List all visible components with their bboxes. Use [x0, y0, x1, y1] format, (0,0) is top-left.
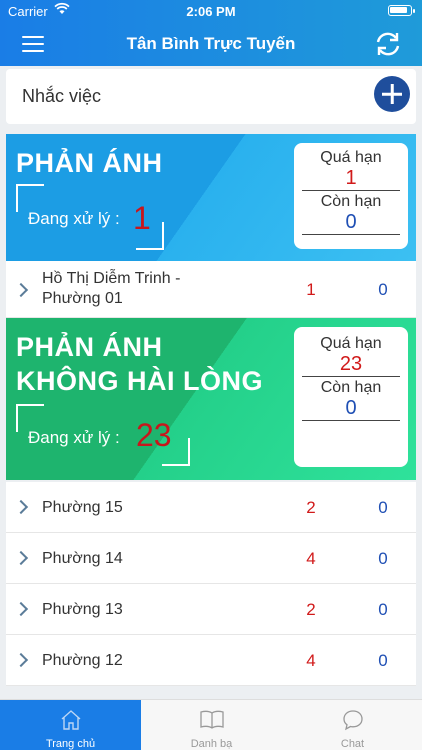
list-item-name: Phường 01 [42, 290, 123, 307]
overdue-label: Quá hạn [320, 149, 382, 166]
feedback-stat-box: Quá hạn 1 Còn hạn 0 [294, 143, 408, 249]
tab-chat[interactable]: Chat [282, 700, 422, 750]
chevron-right-icon [13, 282, 29, 298]
home-icon [61, 710, 80, 730]
overdue-label: Quá hạn [320, 335, 382, 352]
chevron-right-icon [13, 550, 29, 566]
remaining-count: 0 [378, 600, 388, 619]
chevron-right-icon [13, 601, 29, 617]
list-item[interactable]: Hồ Thị Diễm Trinh - Phường 01 1 0 [6, 261, 416, 318]
tab-chat-label: Chat [340, 738, 365, 750]
chevron-right-icon [13, 499, 29, 515]
list-item[interactable]: Phường 12 4 0 [6, 635, 416, 686]
remaining-count: 0 [378, 498, 388, 517]
book-icon [199, 710, 224, 729]
refresh-icon[interactable] [374, 31, 402, 57]
list-item-name: Phường 14 [42, 550, 123, 567]
tab-home[interactable]: Trang chủ [0, 700, 141, 750]
unsatisfied-card-title-line2: KHÔNG HÀI LÒNG [16, 366, 263, 396]
overdue-count: 1 [306, 280, 316, 299]
list-item[interactable]: Phường 15 2 0 [6, 482, 416, 533]
remaining-count: 0 [378, 280, 388, 299]
processing-label: Đang xử lý : [28, 209, 120, 228]
tab-contacts-label: Danh bạ [190, 738, 233, 750]
unsatisfied-stat-box: Quá hạn 23 Còn hạn 0 [294, 327, 408, 467]
divider [302, 234, 400, 235]
reminder-label: Nhắc việc [22, 86, 102, 106]
remaining-count: 0 [378, 549, 388, 568]
reminder-bar[interactable]: Nhắc việc [6, 69, 416, 124]
processing-value: 1 [133, 200, 151, 236]
remaining-label: Còn hạn [320, 379, 382, 396]
chevron-right-icon [13, 652, 29, 668]
overdue-count: 4 [306, 549, 316, 568]
page-title: Tân Bình Trực Tuyến [126, 34, 296, 53]
status-time: 2:06 PM [186, 4, 236, 19]
overdue-value: 1 [345, 167, 357, 189]
list-item[interactable]: Phường 13 2 0 [6, 584, 416, 635]
list-item-name: Phường 15 [42, 499, 123, 516]
processing-label: Đang xử lý : [28, 428, 120, 447]
remaining-count: 0 [378, 651, 388, 670]
divider [302, 420, 400, 421]
tab-bar: Trang chủ Danh bạ Chat [0, 699, 422, 750]
corner-decoration [16, 184, 44, 212]
remaining-value: 0 [345, 397, 357, 419]
list-item[interactable]: Phường 14 4 0 [6, 533, 416, 584]
add-reminder-button[interactable] [374, 76, 410, 112]
chat-bubble-icon [342, 710, 363, 731]
battery-icon [388, 5, 415, 16]
unsatisfied-feedback-card[interactable]: PHẢN ÁNH KHÔNG HÀI LÒNG Đang xử lý : 23 … [6, 318, 416, 480]
list-item-name: Phường 13 [42, 601, 123, 618]
tab-home-label: Trang chủ [45, 738, 96, 750]
list-item-name: Hồ Thị Diễm Trinh - [42, 270, 181, 287]
unsatisfied-card-title-line1: PHẢN ÁNH [16, 332, 163, 362]
feedback-card[interactable]: PHẢN ÁNH Đang xử lý : 1 Quá hạn 1 Còn hạ… [6, 134, 416, 261]
overdue-value: 23 [339, 353, 363, 375]
list-item-name: Phường 12 [42, 652, 123, 669]
feedback-card-title: PHẢN ÁNH [16, 148, 163, 178]
processing-value: 23 [136, 417, 172, 453]
tab-contacts[interactable]: Danh bạ [141, 700, 282, 750]
overdue-count: 2 [306, 600, 316, 619]
remaining-label: Còn hạn [320, 193, 382, 210]
status-bar: Carrier 2:06 PM [0, 0, 422, 22]
remaining-value: 0 [345, 211, 357, 233]
overdue-count: 2 [306, 498, 316, 517]
overdue-count: 4 [306, 651, 316, 670]
top-bar: Carrier 2:06 PM Tân Bình Trực Tuyến [0, 0, 422, 66]
